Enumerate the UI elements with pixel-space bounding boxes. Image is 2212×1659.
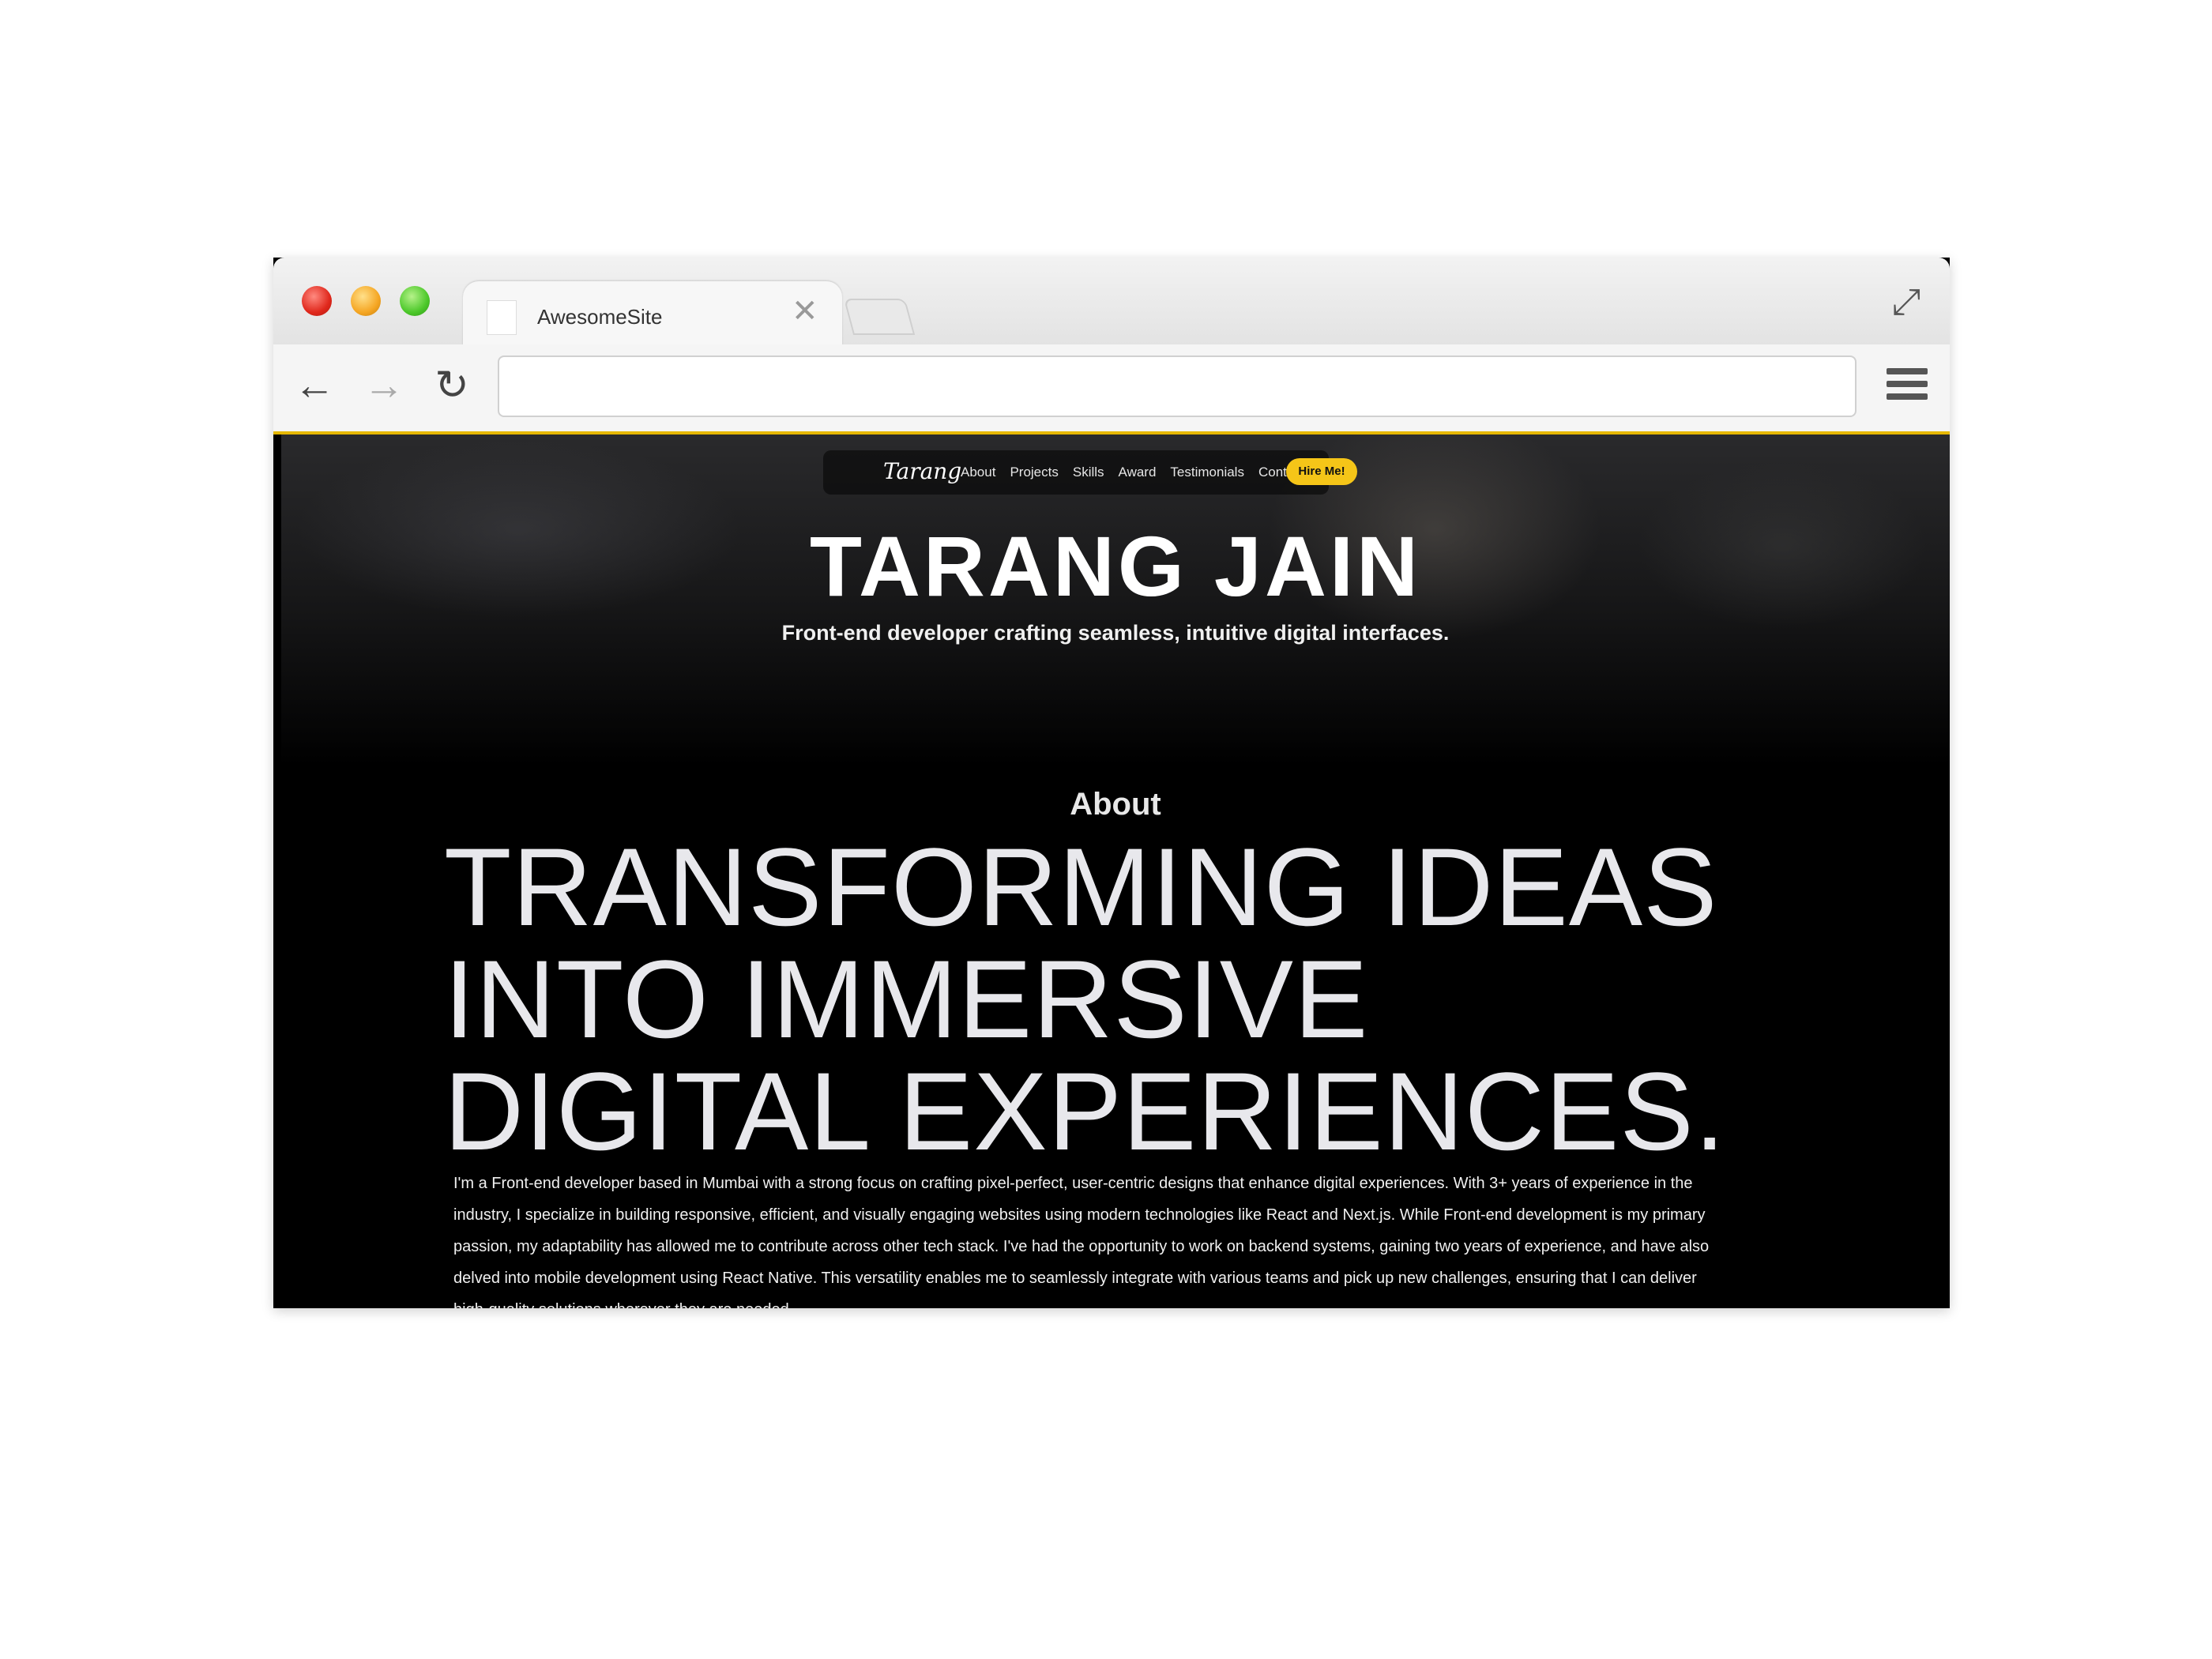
browser-toolbar: ← → ↻ xyxy=(273,344,1950,434)
new-tab-button[interactable] xyxy=(843,299,916,335)
browser-window: AwesomeSite ✕ ⤢ ← → ↻ Tarang About Proje… xyxy=(273,258,1950,1308)
browser-tab[interactable]: AwesomeSite ✕ xyxy=(463,281,842,346)
zoom-window-button[interactable] xyxy=(400,286,430,316)
site-logo[interactable]: Tarang xyxy=(883,458,961,484)
page-favicon-icon xyxy=(487,300,517,335)
nav-links: About Projects Skills Award Testimonials… xyxy=(961,465,1305,480)
headline-line: DIGITAL EXPERIENCES. xyxy=(444,1049,1726,1173)
hamburger-menu-icon[interactable] xyxy=(1887,368,1928,404)
close-window-button[interactable] xyxy=(302,286,332,316)
nav-award[interactable]: Award xyxy=(1119,465,1157,480)
fullscreen-icon[interactable]: ⤢ xyxy=(1887,281,1926,321)
nav-projects[interactable]: Projects xyxy=(1010,465,1058,480)
site-navbar: Tarang About Projects Skills Award Testi… xyxy=(823,450,1357,495)
minimize-window-button[interactable] xyxy=(351,286,381,316)
reload-icon[interactable]: ↻ xyxy=(428,362,476,409)
hire-me-button[interactable]: Hire Me! xyxy=(1286,458,1357,485)
about-headline: TRANSFORMING IDEAS INTO IMMERSIVE DIGITA… xyxy=(444,831,1787,1168)
headline-line: INTO IMMERSIVE xyxy=(444,937,1369,1061)
page-viewport: Tarang About Projects Skills Award Testi… xyxy=(281,434,1950,1308)
about-section-label: About xyxy=(1070,787,1161,822)
hero-title: TARANG JAIN xyxy=(809,518,1421,614)
forward-arrow-icon[interactable]: → xyxy=(360,362,408,409)
tab-close-icon[interactable]: ✕ xyxy=(792,295,818,327)
nav-skills[interactable]: Skills xyxy=(1073,465,1104,480)
tab-title: AwesomeSite xyxy=(537,305,663,329)
nav-testimonials[interactable]: Testimonials xyxy=(1170,465,1244,480)
hero-subtitle: Front-end developer crafting seamless, i… xyxy=(781,621,1450,645)
nav-about[interactable]: About xyxy=(961,465,995,480)
about-paragraph: I'm a Front-end developer based in Mumba… xyxy=(453,1175,1710,1308)
title-bar: AwesomeSite ✕ ⤢ xyxy=(273,258,1950,346)
address-bar[interactable] xyxy=(498,356,1856,417)
back-arrow-icon[interactable]: ← xyxy=(291,362,338,409)
headline-line: TRANSFORMING IDEAS xyxy=(444,825,1718,949)
